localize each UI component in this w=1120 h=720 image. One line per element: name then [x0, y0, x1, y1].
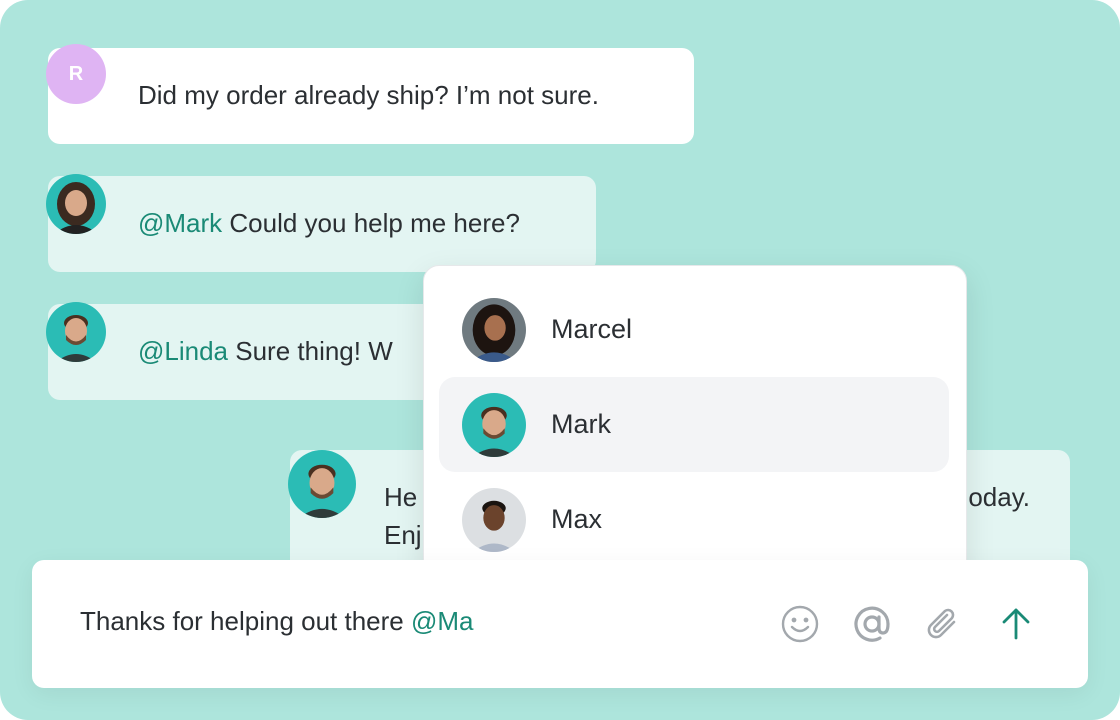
- message-text: oday.: [968, 482, 1030, 512]
- mention-fragment: @Ma: [410, 606, 474, 636]
- message-bubble: @Linda Sure thing! W: [48, 304, 478, 400]
- mention-option-selected[interactable]: Mark: [439, 377, 949, 472]
- mention-dropdown: Marcel Mark Max: [423, 265, 967, 583]
- mention-option[interactable]: Marcel: [439, 282, 949, 377]
- at-sign-icon[interactable]: [850, 602, 894, 646]
- avatar-letter: R: [68, 62, 84, 85]
- message-text: @Linda Sure thing! W: [138, 336, 393, 366]
- message-bubble: @Mark Could you help me here?: [48, 176, 596, 272]
- chat-window: Did my order already ship? I’m not sure.…: [0, 0, 1120, 720]
- option-name: Max: [551, 504, 603, 534]
- option-name: Mark: [551, 409, 611, 439]
- mention[interactable]: @Mark: [138, 208, 222, 238]
- marcel-avatar: [462, 298, 526, 362]
- avatar[interactable]: R: [46, 44, 106, 104]
- message-text: Did my order already ship? I’m not sure.: [138, 80, 599, 110]
- message-text: Enj: [384, 520, 422, 550]
- avatar[interactable]: [46, 302, 106, 362]
- message-composer[interactable]: Thanks for helping out there @Ma: [32, 560, 1088, 688]
- emoji-icon[interactable]: [778, 602, 822, 646]
- mention[interactable]: @Linda: [138, 336, 228, 366]
- mark-avatar: [462, 393, 526, 457]
- option-name: Marcel: [551, 314, 633, 344]
- message-bubble: Did my order already ship? I’m not sure.: [48, 48, 694, 144]
- max-avatar: [462, 488, 526, 552]
- avatar[interactable]: [288, 450, 356, 518]
- message-text: @Mark Could you help me here?: [138, 208, 520, 238]
- avatar[interactable]: [46, 174, 106, 234]
- paperclip-icon[interactable]: [922, 602, 966, 646]
- message-text: He: [384, 482, 418, 512]
- mention-option[interactable]: Max: [439, 472, 949, 567]
- message-input[interactable]: Thanks for helping out there @Ma: [80, 606, 474, 637]
- send-arrow-icon[interactable]: [994, 602, 1038, 646]
